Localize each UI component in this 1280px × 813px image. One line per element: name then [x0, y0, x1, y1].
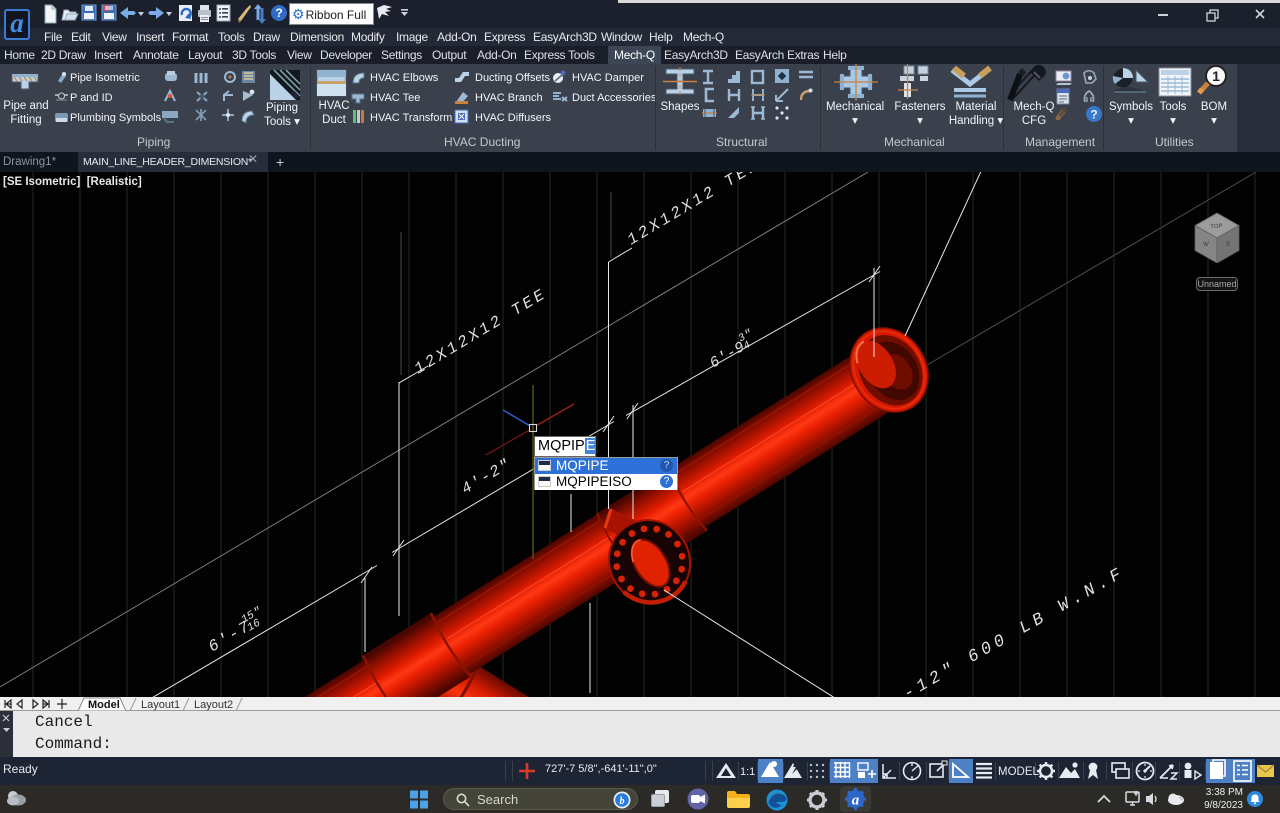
svg-text:1:1: 1:1 [740, 766, 755, 778]
svg-text:12X12X12 TEE: 12X12X12 TEE [411, 285, 550, 378]
svg-text:Layout1: Layout1 [141, 699, 180, 711]
svg-text:W: W [1203, 242, 1209, 248]
svg-text:S: S [1226, 242, 1230, 248]
svg-text:4'-2": 4'-2" [458, 455, 514, 498]
svg-text:a: a [852, 793, 860, 809]
svg-text:Model: Model [88, 699, 120, 711]
svg-text:?: ? [275, 6, 282, 20]
svg-text:?: ? [1090, 108, 1097, 122]
svg-text:-12" 600 LB W.N.F: -12" 600 LB W.N.F [901, 564, 1129, 697]
svg-text:Layout2: Layout2 [194, 699, 233, 711]
svg-text:12X12X12 TEE: 12X12X12 TEE [624, 172, 763, 249]
svg-text:b: b [620, 796, 625, 807]
svg-text:TOP: TOP [1210, 224, 1223, 231]
svg-text:MODEL: MODEL [998, 766, 1040, 778]
svg-text:1: 1 [1212, 68, 1220, 84]
